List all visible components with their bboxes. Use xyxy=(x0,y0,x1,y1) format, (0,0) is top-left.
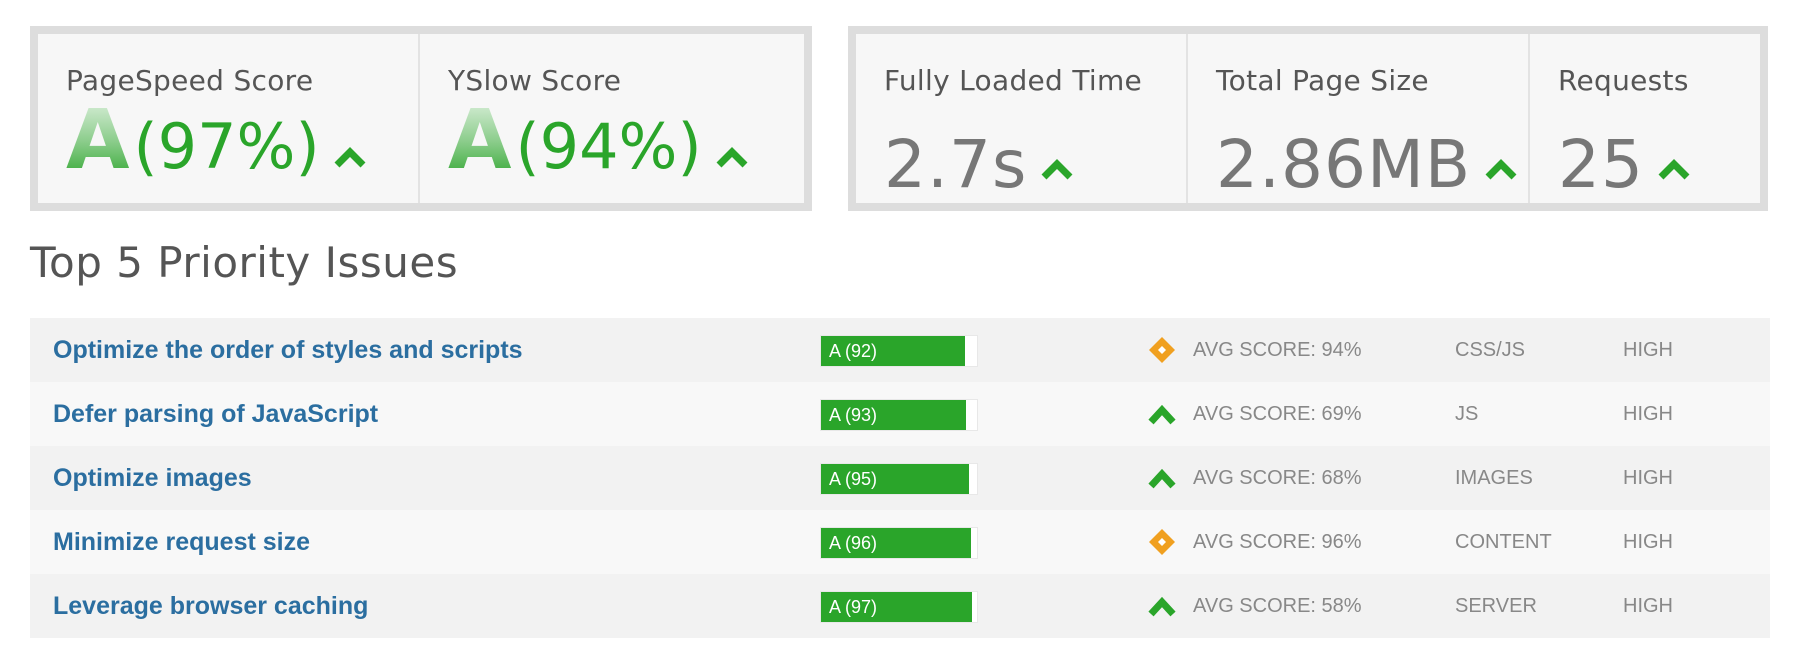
score-bar-label: A (97) xyxy=(829,597,878,617)
arrow-up-icon xyxy=(1148,400,1176,428)
score-bar: A (95) xyxy=(820,463,978,495)
score-bar-label: A (96) xyxy=(829,533,878,553)
arrow-up-icon xyxy=(334,146,366,168)
category-text: SERVER xyxy=(1455,595,1537,617)
fully-loaded-time-title: Fully Loaded Time xyxy=(884,64,1143,97)
pagespeed-grade-percent: (97%) xyxy=(133,110,320,183)
category-text: IMAGES xyxy=(1455,467,1533,489)
issue-row[interactable]: Leverage browser caching A (97) AVG SCORE:… xyxy=(30,574,1770,638)
score-bar: A (96) xyxy=(820,527,978,559)
grades-panel: PageSpeed Score A (97%) YSlow Score A (9… xyxy=(30,26,812,211)
arrow-up-icon xyxy=(1041,158,1073,180)
score-bar-label: A (95) xyxy=(829,469,878,489)
yslow-score-card: YSlow Score A (94%) xyxy=(420,34,804,203)
total-page-size-value: 2.86MB xyxy=(1216,126,1472,203)
pagespeed-score-card: PageSpeed Score A (97%) xyxy=(38,34,418,203)
score-bar-label: A (92) xyxy=(829,341,878,361)
arrow-up-icon xyxy=(716,146,748,168)
priority-text: HIGH xyxy=(1623,339,1673,361)
priority-text: HIGH xyxy=(1623,467,1673,489)
avg-score-text: AVG SCORE: 69% xyxy=(1193,403,1362,425)
total-page-size-title: Total Page Size xyxy=(1216,64,1429,97)
pagespeed-grade-letter: A xyxy=(66,93,130,188)
metrics-panel: Fully Loaded Time 2.7s Total Page Size 2… xyxy=(848,26,1768,211)
issue-row[interactable]: Optimize the order of styles and scripts… xyxy=(30,318,1770,382)
diamond-icon xyxy=(1148,336,1176,364)
diamond-icon xyxy=(1148,528,1176,556)
issue-name-link[interactable]: Defer parsing of JavaScript xyxy=(53,382,378,446)
yslow-grade-letter: A xyxy=(448,93,512,188)
score-bar: A (92) xyxy=(820,335,978,367)
section-title: Top 5 Priority Issues xyxy=(30,238,459,287)
category-text: CONTENT xyxy=(1455,531,1552,553)
avg-score-text: AVG SCORE: 68% xyxy=(1193,467,1362,489)
requests-title: Requests xyxy=(1558,64,1689,97)
arrow-up-icon xyxy=(1148,592,1176,620)
score-bar-label: A (93) xyxy=(829,405,878,425)
issue-row[interactable]: Optimize images A (95) AVG SCORE: 68% IMAGE… xyxy=(30,446,1770,510)
issue-row[interactable]: Minimize request size A (96) AVG SCORE: 96… xyxy=(30,510,1770,574)
category-text: CSS/JS xyxy=(1455,339,1526,361)
fully-loaded-time-card: Fully Loaded Time 2.7s xyxy=(856,34,1186,203)
priority-text: HIGH xyxy=(1623,403,1673,425)
total-page-size-card: Total Page Size 2.86MB xyxy=(1188,34,1528,203)
category-text: JS xyxy=(1455,403,1479,425)
avg-score-text: AVG SCORE: 96% xyxy=(1193,531,1362,553)
priority-text: HIGH xyxy=(1623,531,1673,553)
issue-name-link[interactable]: Leverage browser caching xyxy=(53,574,368,638)
issue-name-link[interactable]: Optimize the order of styles and scripts xyxy=(53,318,523,382)
priority-text: HIGH xyxy=(1623,595,1673,617)
avg-score-text: AVG SCORE: 58% xyxy=(1193,595,1362,617)
fully-loaded-time-value: 2.7s xyxy=(884,126,1028,203)
arrow-up-icon xyxy=(1148,464,1176,492)
issue-row[interactable]: Defer parsing of JavaScript A (93) AVG SCO… xyxy=(30,382,1770,446)
arrow-up-icon xyxy=(1485,158,1517,180)
avg-score-text: AVG SCORE: 94% xyxy=(1193,339,1362,361)
score-bar: A (93) xyxy=(820,399,978,431)
score-bar: A (97) xyxy=(820,591,978,623)
priority-issues-list: Optimize the order of styles and scripts… xyxy=(30,318,1770,638)
requests-card: Requests 25 xyxy=(1530,34,1760,203)
yslow-grade-percent: (94%) xyxy=(515,110,702,183)
issue-name-link[interactable]: Minimize request size xyxy=(53,510,310,574)
requests-value: 25 xyxy=(1558,126,1644,203)
issue-name-link[interactable]: Optimize images xyxy=(53,446,252,510)
arrow-up-icon xyxy=(1658,158,1690,180)
